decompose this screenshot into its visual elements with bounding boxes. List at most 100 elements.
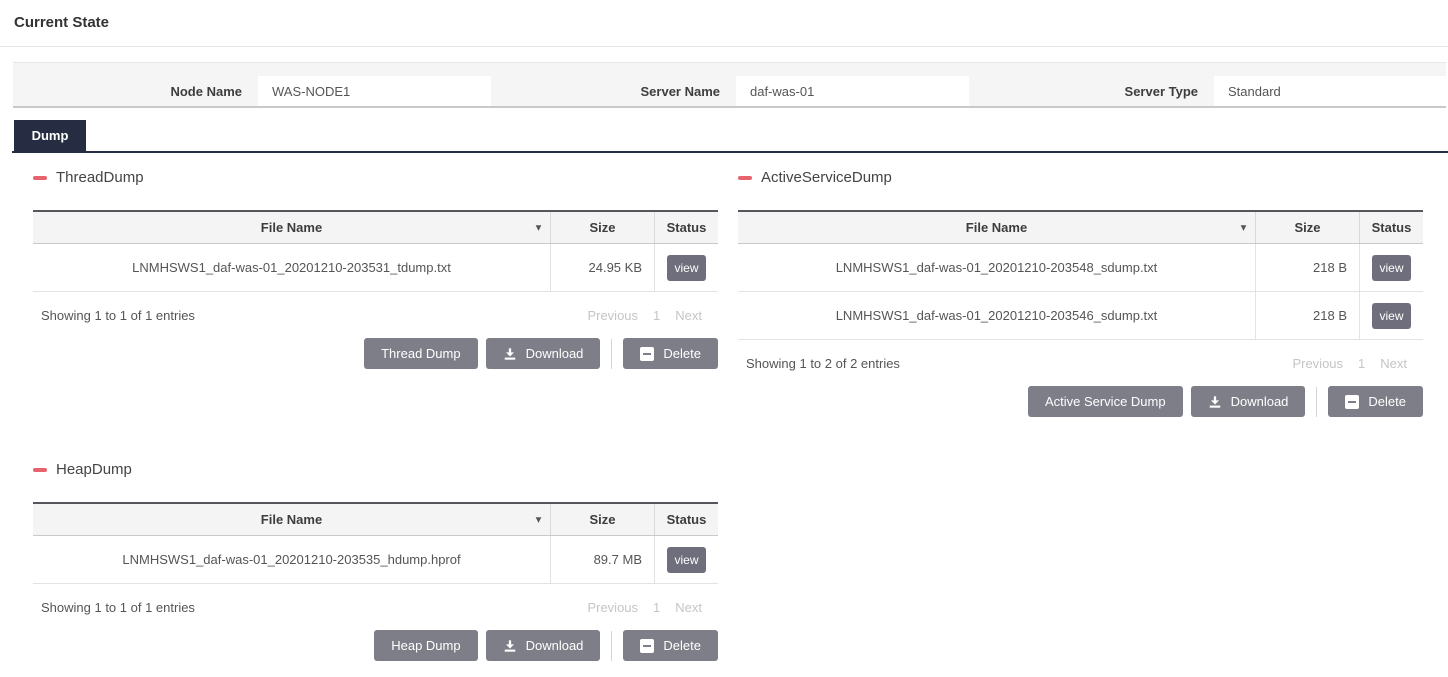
server-type-value: Standard bbox=[1214, 76, 1446, 106]
heap-dump-actions: Heap Dump Download Delete bbox=[33, 630, 718, 661]
size-cell: 24.95 KB bbox=[551, 244, 655, 291]
download-button-label: Download bbox=[1231, 394, 1289, 409]
page-number-link[interactable]: 1 bbox=[653, 308, 660, 323]
pagination: Previous 1 Next bbox=[1292, 356, 1423, 371]
view-button[interactable]: view bbox=[667, 547, 705, 573]
tab-dump[interactable]: Dump bbox=[14, 120, 86, 151]
delete-button-label: Delete bbox=[1368, 394, 1406, 409]
size-column-header[interactable]: Size bbox=[551, 504, 655, 535]
sort-caret-icon[interactable]: ▾ bbox=[1241, 222, 1246, 233]
delete-button[interactable]: Delete bbox=[1328, 386, 1423, 417]
page-number-link[interactable]: 1 bbox=[1358, 356, 1365, 371]
server-type-label: Server Type bbox=[969, 76, 1214, 106]
section-title-label: HeapDump bbox=[56, 461, 132, 478]
page-number-link[interactable]: 1 bbox=[653, 600, 660, 615]
heap-dump-table-footer: Showing 1 to 1 of 1 entries Previous 1 N… bbox=[33, 597, 718, 617]
file-name-cell: LNMHSWS1_daf-was-01_20201210-203546_sdum… bbox=[738, 292, 1256, 339]
table-header-row: File Name ▾ Size Status bbox=[33, 504, 718, 536]
section-title-label: ActiveServiceDump bbox=[761, 169, 892, 186]
delete-button[interactable]: Delete bbox=[623, 630, 718, 661]
heap-dump-title: HeapDump bbox=[33, 461, 718, 478]
heap-dump-table: File Name ▾ Size Status LNMHSWS1_daf-was… bbox=[33, 502, 718, 584]
download-button-label: Download bbox=[526, 638, 584, 653]
file-name-column-header[interactable]: File Name ▾ bbox=[33, 504, 551, 535]
entries-summary: Showing 1 to 2 of 2 entries bbox=[738, 356, 900, 371]
thread-dump-table: File Name ▾ Size Status LNMHSWS1_daf-was… bbox=[33, 210, 718, 292]
download-button[interactable]: Download bbox=[486, 338, 601, 369]
sort-caret-icon[interactable]: ▾ bbox=[536, 514, 541, 525]
size-cell: 218 B bbox=[1256, 292, 1360, 339]
file-name-cell: LNMHSWS1_daf-was-01_20201210-203548_sdum… bbox=[738, 244, 1256, 291]
button-divider bbox=[611, 339, 612, 369]
minus-square-icon bbox=[640, 639, 654, 653]
download-icon bbox=[1208, 395, 1222, 409]
file-name-column-header[interactable]: File Name ▾ bbox=[33, 212, 551, 243]
status-cell: view bbox=[655, 536, 718, 583]
download-button[interactable]: Download bbox=[486, 630, 601, 661]
next-page-link[interactable]: Next bbox=[675, 600, 702, 615]
collapse-dash-icon bbox=[33, 176, 47, 180]
file-name-header-label: File Name bbox=[261, 512, 322, 527]
table-header-row: File Name ▾ Size Status bbox=[33, 212, 718, 244]
delete-button[interactable]: Delete bbox=[623, 338, 718, 369]
button-divider bbox=[611, 631, 612, 661]
delete-button-label: Delete bbox=[663, 346, 701, 361]
previous-page-link[interactable]: Previous bbox=[587, 308, 638, 323]
file-name-header-label: File Name bbox=[966, 220, 1027, 235]
minus-square-icon bbox=[640, 347, 654, 361]
entries-summary: Showing 1 to 1 of 1 entries bbox=[33, 600, 195, 615]
left-column: ThreadDump File Name ▾ Size Status LNMHS… bbox=[33, 169, 718, 661]
heap-dump-button[interactable]: Heap Dump bbox=[374, 630, 477, 661]
size-column-header[interactable]: Size bbox=[1256, 212, 1360, 243]
entries-summary: Showing 1 to 1 of 1 entries bbox=[33, 308, 195, 323]
active-service-dump-button[interactable]: Active Service Dump bbox=[1028, 386, 1183, 417]
collapse-dash-icon bbox=[738, 176, 752, 180]
next-page-link[interactable]: Next bbox=[675, 308, 702, 323]
file-name-header-label: File Name bbox=[261, 220, 322, 235]
view-button[interactable]: view bbox=[667, 255, 705, 281]
table-row: LNMHSWS1_daf-was-01_20201210-203548_sdum… bbox=[738, 244, 1423, 292]
size-cell: 89.7 MB bbox=[551, 536, 655, 583]
download-button[interactable]: Download bbox=[1191, 386, 1306, 417]
section-title-label: ThreadDump bbox=[56, 169, 144, 186]
server-name-label: Server Name bbox=[491, 76, 736, 106]
download-button-label: Download bbox=[526, 346, 584, 361]
active-service-dump-section: ActiveServiceDump File Name ▾ Size Statu… bbox=[738, 169, 1423, 417]
thread-dump-actions: Thread Dump Download Delete bbox=[33, 338, 718, 369]
status-column-header: Status bbox=[1360, 212, 1423, 243]
thread-dump-title: ThreadDump bbox=[33, 169, 718, 186]
previous-page-link[interactable]: Previous bbox=[587, 600, 638, 615]
download-icon bbox=[503, 639, 517, 653]
active-service-dump-table: File Name ▾ Size Status LNMHSWS1_daf-was… bbox=[738, 210, 1423, 340]
server-info-bar: Node Name WAS-NODE1 Server Name daf-was-… bbox=[13, 62, 1446, 108]
status-column-header: Status bbox=[655, 504, 718, 535]
delete-button-label: Delete bbox=[663, 638, 701, 653]
status-cell: view bbox=[655, 244, 718, 291]
status-cell: view bbox=[1360, 292, 1423, 339]
node-name-value: WAS-NODE1 bbox=[258, 76, 491, 106]
thread-dump-button[interactable]: Thread Dump bbox=[364, 338, 477, 369]
node-name-label: Node Name bbox=[13, 76, 258, 106]
table-header-row: File Name ▾ Size Status bbox=[738, 212, 1423, 244]
pagination: Previous 1 Next bbox=[587, 600, 718, 615]
minus-square-icon bbox=[1345, 395, 1359, 409]
table-row: LNMHSWS1_daf-was-01_20201210-203531_tdum… bbox=[33, 244, 718, 292]
next-page-link[interactable]: Next bbox=[1380, 356, 1407, 371]
collapse-dash-icon bbox=[33, 468, 47, 472]
previous-page-link[interactable]: Previous bbox=[1292, 356, 1343, 371]
page-title: Current State bbox=[14, 14, 1448, 31]
right-column: ActiveServiceDump File Name ▾ Size Statu… bbox=[738, 169, 1423, 661]
thread-dump-section: ThreadDump File Name ▾ Size Status LNMHS… bbox=[33, 169, 718, 369]
status-cell: view bbox=[1360, 244, 1423, 291]
sort-caret-icon[interactable]: ▾ bbox=[536, 222, 541, 233]
size-cell: 218 B bbox=[1256, 244, 1360, 291]
view-button[interactable]: view bbox=[1372, 255, 1410, 281]
file-name-column-header[interactable]: File Name ▾ bbox=[738, 212, 1256, 243]
tab-bar: Dump bbox=[12, 120, 1448, 153]
view-button[interactable]: view bbox=[1372, 303, 1410, 329]
button-divider bbox=[1316, 387, 1317, 417]
server-name-value: daf-was-01 bbox=[736, 76, 969, 106]
size-column-header[interactable]: Size bbox=[551, 212, 655, 243]
active-service-dump-actions: Active Service Dump Download Delete bbox=[738, 386, 1423, 417]
dump-content: ThreadDump File Name ▾ Size Status LNMHS… bbox=[0, 169, 1448, 661]
